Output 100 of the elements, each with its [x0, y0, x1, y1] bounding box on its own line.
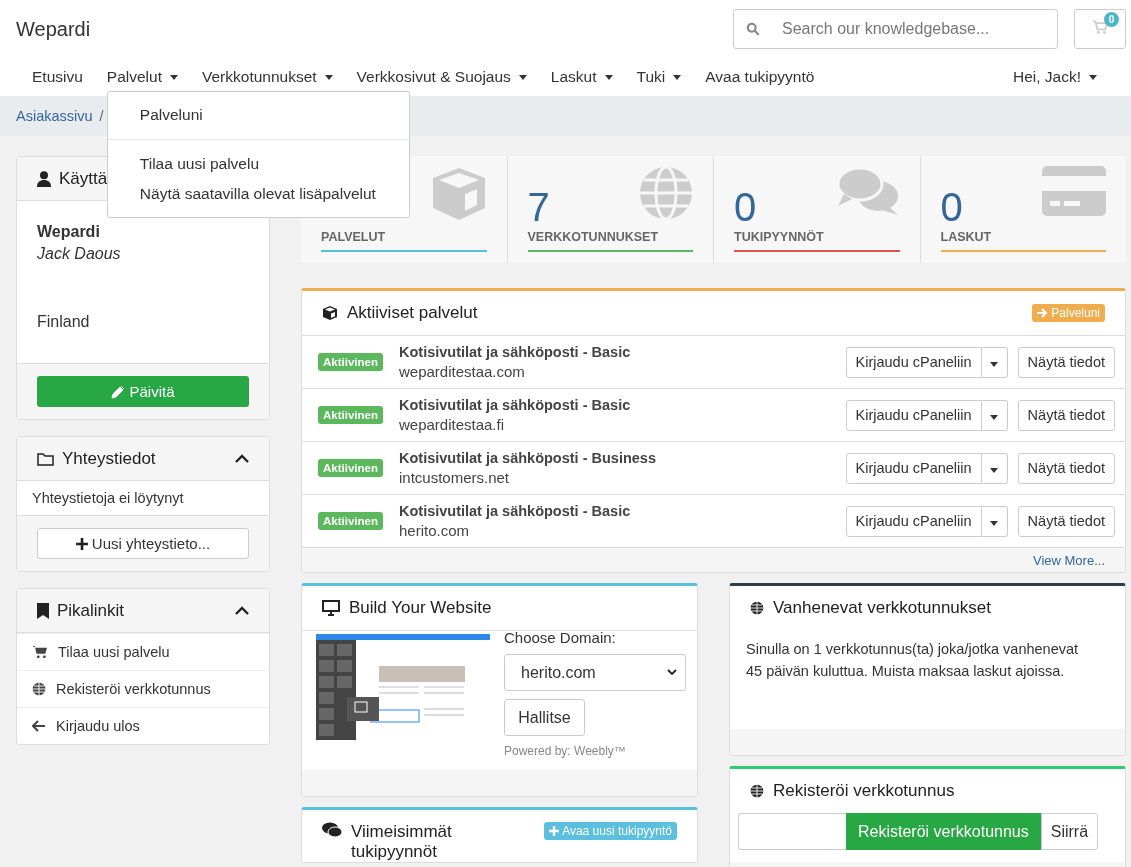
- credit-card-icon: [1042, 166, 1106, 216]
- globe-icon: [639, 166, 693, 220]
- product-name: Kotisivutilat ja sähköposti - Basic: [398, 344, 632, 360]
- cart-count-badge: 0: [1104, 12, 1119, 27]
- dropdown-toggle[interactable]: [981, 346, 1008, 378]
- login-button[interactable]: Kirjaudu cPaneliin: [845, 452, 982, 484]
- details-button[interactable]: Näytä tiedot: [1017, 399, 1115, 431]
- caret-icon: [990, 468, 999, 473]
- breadcrumb-separator: /: [99, 108, 104, 124]
- empty-message: Yhteystietoja ei löytynyt: [31, 489, 185, 508]
- product-name: Kotisivutilat ja sähköposti - Business: [398, 450, 657, 466]
- caret-icon: [673, 74, 682, 80]
- globe-icon: [750, 784, 764, 798]
- domain-input[interactable]: [738, 813, 846, 850]
- menu-item[interactable]: Palveluni: [107, 100, 409, 130]
- collapse-icon[interactable]: [235, 606, 249, 615]
- bookmark-icon: [37, 602, 49, 619]
- caret-icon: [518, 74, 527, 80]
- login-button[interactable]: Kirjaudu cPaneliin: [845, 346, 982, 378]
- stat-number: 0: [940, 186, 963, 228]
- nav-link[interactable]: Verkkotunnukset: [190, 58, 345, 96]
- collapse-icon[interactable]: [235, 454, 249, 463]
- nav-link[interactable]: Palvelut: [94, 58, 190, 96]
- nav-link[interactable]: Avaa tukipyyntö: [693, 58, 827, 96]
- stat-label: TUKIPYYNNÖT: [734, 230, 824, 244]
- details-button[interactable]: Näytä tiedot: [1017, 452, 1115, 484]
- stat-number: 0: [734, 186, 757, 228]
- user-icon: [37, 170, 51, 187]
- status-label: Aktiivinen: [318, 512, 383, 530]
- card-title: Yhteystiedot: [62, 448, 156, 469]
- domain-name: herito.com: [398, 522, 470, 539]
- menu-item[interactable]: Tilaa uusi palvelu: [107, 149, 409, 179]
- status-label: Aktiivinen: [318, 353, 383, 371]
- stat-label: LASKUT: [940, 230, 992, 244]
- caret-icon: [604, 74, 613, 80]
- product-name: Kotisivutilat ja sähköposti - Basic: [398, 397, 632, 413]
- domain-select[interactable]: herito.com: [504, 654, 686, 691]
- dropdown-toggle[interactable]: [981, 452, 1008, 484]
- plus-icon: [549, 826, 560, 836]
- account-menu[interactable]: Hei, Jack!: [1000, 68, 1109, 86]
- nav-link[interactable]: Tuki: [624, 58, 694, 96]
- domain-name: weparditestaa.com: [398, 363, 526, 380]
- login-button[interactable]: Kirjaudu cPaneliin: [845, 505, 982, 537]
- nav-link[interactable]: Etusivu: [16, 58, 95, 96]
- login-button[interactable]: Kirjaudu cPaneliin: [845, 399, 982, 431]
- caret-icon: [990, 521, 999, 526]
- company-name: Wepardi: [37, 223, 101, 241]
- dropdown-toggle[interactable]: [981, 505, 1008, 537]
- arrow-right-icon: [1037, 308, 1049, 318]
- dropdown-toggle[interactable]: [981, 399, 1008, 431]
- contact-name: Jack Daous: [37, 245, 122, 263]
- domain-name: intcustomers.net: [398, 469, 510, 486]
- stat-number: 7: [527, 186, 550, 228]
- panel-title: Aktiiviset palvelut: [347, 303, 478, 323]
- brand-name[interactable]: Wepardi: [16, 17, 91, 41]
- quick-link[interactable]: Tilaa uusi palvelu: [58, 644, 170, 660]
- stat-label: VERKKOTUNNUKSET: [527, 230, 659, 244]
- panel-title: Vanhenevat verkkotunnukset: [773, 598, 991, 618]
- menu-item[interactable]: Näytä saatavilla olevat lisäpalvelut: [107, 179, 409, 209]
- details-button[interactable]: Näytä tiedot: [1017, 346, 1115, 378]
- country: Finland: [37, 313, 91, 331]
- card-title: Pikalinkit: [57, 600, 125, 621]
- nav-link[interactable]: Verkkosivut & Suojaus: [344, 58, 539, 96]
- box-icon: [430, 166, 487, 222]
- view-more-link[interactable]: View More...: [1033, 552, 1105, 568]
- caret-icon: [324, 74, 333, 80]
- new-contact-button[interactable]: Uusi yhteystieto...: [37, 528, 249, 559]
- transfer-button[interactable]: Siirrä: [1040, 813, 1099, 850]
- monitor-icon: [322, 600, 340, 616]
- plus-icon: [75, 537, 88, 550]
- folder-icon: [37, 451, 54, 466]
- box-icon: [322, 305, 338, 321]
- domain-name: weparditestaa.fi: [398, 416, 506, 433]
- caret-icon: [170, 74, 178, 80]
- caret-icon: [990, 362, 999, 367]
- manage-button[interactable]: Hallitse: [504, 699, 585, 736]
- caret-icon: [990, 415, 999, 420]
- quick-link[interactable]: Rekisteröi verkkotunnus: [56, 681, 211, 697]
- stat-label: PALVELUT: [321, 230, 386, 244]
- nav-link[interactable]: Laskut: [538, 58, 625, 96]
- panel-title: Rekisteröi verkkotunnus: [773, 781, 955, 801]
- panel-title: Viimeisimmät tukipyynnöt: [351, 822, 453, 862]
- search-icon: [746, 22, 760, 36]
- search-field[interactable]: Search our knowledgebase...: [733, 9, 1058, 49]
- caret-icon: [1089, 74, 1097, 80]
- cart-icon: [1092, 20, 1108, 35]
- pencil-icon: [111, 384, 126, 399]
- quick-link[interactable]: Kirjaudu ulos: [56, 718, 140, 734]
- chat-bubbles-icon: [835, 166, 900, 218]
- status-label: Aktiivinen: [318, 406, 383, 424]
- product-name: Kotisivutilat ja sähköposti - Basic: [398, 503, 632, 519]
- expiry-message: Sinulla on 1 verkkotunnus(ta) joka/jotka vanhenevat 45 päivän kuluttua. Muista maksaa laskut ajoissa.: [745, 640, 1080, 681]
- chevron-down-icon: [667, 669, 677, 676]
- panel-title: Build Your Website: [349, 598, 492, 618]
- breadcrumb-link[interactable]: Asiakassivu: [16, 108, 93, 124]
- globe-icon: [750, 601, 764, 615]
- arrow-left-icon: [32, 720, 46, 732]
- field-label: Choose Domain:: [504, 629, 617, 646]
- details-button[interactable]: Näytä tiedot: [1017, 505, 1115, 537]
- powered-by-text: Powered by: Weebly™: [504, 744, 627, 758]
